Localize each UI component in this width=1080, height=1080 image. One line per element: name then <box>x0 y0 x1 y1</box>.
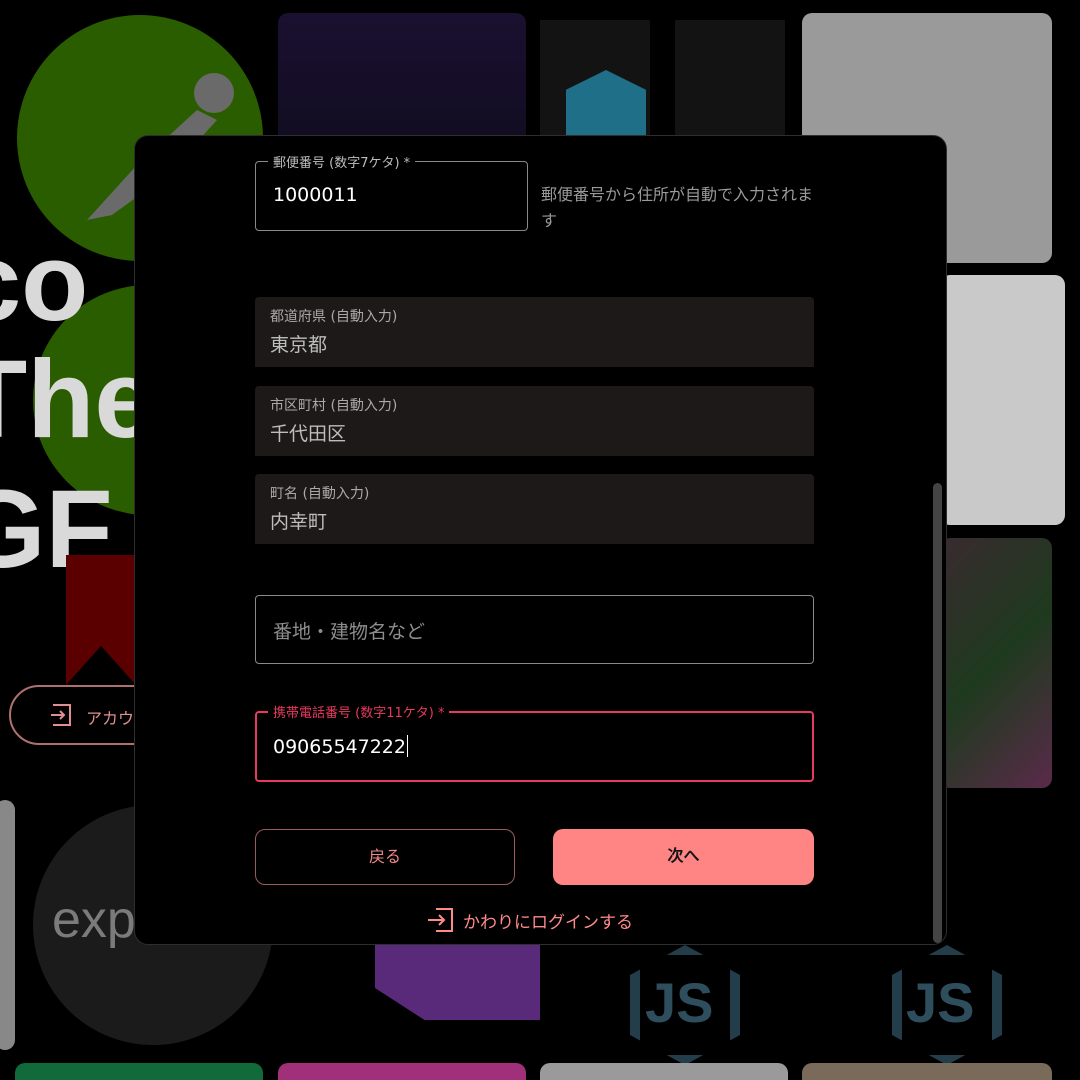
address-detail-input[interactable]: 番地・建物名など <box>255 595 814 664</box>
bg-text-line-2: The <box>0 338 156 461</box>
bg-art-tile-left <box>0 800 15 1050</box>
expo-logo-text: exp <box>52 891 136 949</box>
bg-purple-shape <box>375 940 540 1020</box>
city-field: 市区町村 (自動入力) 千代田区 <box>255 386 814 456</box>
town-label: 町名 (自動入力) <box>270 486 370 502</box>
bg-login-label: アカウ <box>86 709 135 728</box>
prefecture-label: 都道府県 (自動入力) <box>270 309 398 325</box>
city-label: 市区町村 (自動入力) <box>270 398 398 414</box>
city-value: 千代田区 <box>270 423 347 445</box>
bg-bottom-tile-tan <box>802 1063 1052 1080</box>
bg-bottom-tile-pink <box>278 1063 526 1080</box>
prefecture-field: 都道府県 (自動入力) 東京都 <box>255 297 814 367</box>
address-detail-placeholder: 番地・建物名など <box>273 621 426 643</box>
login-icon <box>428 908 453 932</box>
town-value: 内幸町 <box>270 511 328 533</box>
phone-number-value: 09065547222 <box>273 736 406 758</box>
back-button[interactable]: 戻る <box>255 829 515 885</box>
phone-number-input[interactable]: 携帯電話番号 (数字11ケタ) * 09065547222 <box>255 702 814 782</box>
login-instead-label: かわりにログインする <box>463 912 633 933</box>
prefecture-value: 東京都 <box>270 334 328 356</box>
bg-bottom-tile-green <box>15 1063 263 1080</box>
bg-logo-tile-right <box>940 275 1065 525</box>
postal-code-helper-text: 郵便番号から住所が自動で入力されます <box>541 185 814 230</box>
postal-code-value: 1000011 <box>273 184 358 206</box>
town-field: 町名 (自動入力) 内幸町 <box>255 474 814 544</box>
text-caret <box>406 735 408 757</box>
nodejs-text-2: JS <box>906 971 975 1034</box>
bg-bottom-tile-gray <box>540 1063 788 1080</box>
bg-colorful-art-tile <box>940 538 1052 788</box>
postal-code-field[interactable]: 郵便番号 (数字7ケタ) * 1000011 <box>255 152 528 231</box>
next-button[interactable]: 次へ <box>553 829 814 885</box>
bg-text-line-1: co <box>0 221 89 344</box>
modal-scrollbar-thumb[interactable] <box>933 483 942 943</box>
phone-number-label: 携帯電話番号 (数字11ケタ) * <box>268 702 450 721</box>
nodejs-text-1: JS <box>645 971 714 1034</box>
phone-number-value-wrap: 09065547222 <box>273 735 408 758</box>
bg-login-icon <box>51 704 71 726</box>
postal-code-label: 郵便番号 (数字7ケタ) * <box>268 152 416 171</box>
red-bookmark-shape <box>66 555 136 685</box>
login-instead-link[interactable]: かわりにログインする <box>427 906 633 934</box>
bg-ghost-shape-2 <box>675 20 785 135</box>
